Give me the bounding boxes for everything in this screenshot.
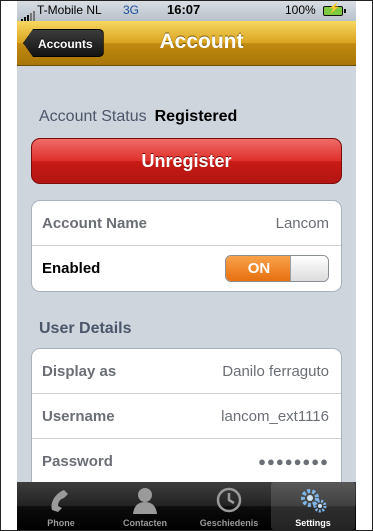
account-name-label: Account Name (42, 215, 148, 232)
toggle-on-text: ON (226, 256, 292, 281)
screenshot-frame: T-Mobile NL 3G 16:07 100% Account Accoun… (0, 0, 373, 531)
unregister-button[interactable]: Unregister (31, 138, 342, 184)
account-status-value: Registered (154, 108, 238, 125)
tab-bar: Phone Contacten Geschiedenis Settings (17, 482, 356, 530)
account-status-label: Account Status (39, 108, 147, 125)
tab-geschiedenis[interactable]: Geschiedenis (187, 482, 271, 530)
enabled-row: Enabled ON (32, 246, 341, 291)
phone-screen: T-Mobile NL 3G 16:07 100% Account Accoun… (17, 1, 356, 530)
tab-settings-label: Settings (295, 518, 331, 528)
tab-settings[interactable]: Settings (271, 482, 355, 530)
tab-contacten-label: Contacten (122, 518, 167, 528)
battery-icon (323, 3, 346, 16)
contacts-icon (103, 486, 187, 514)
network-type: 3G (123, 3, 140, 17)
account-content: Account Status Registered Unregister Acco… (17, 66, 356, 488)
username-value: lancom_ext1116 (221, 408, 329, 425)
navigation-bar: Account Accounts (17, 21, 356, 66)
enabled-label: Enabled (42, 260, 101, 277)
tab-phone[interactable]: Phone (19, 482, 103, 530)
display-as-label: Display as (42, 363, 117, 380)
user-details-group: Display as Danilo ferraguto Username lan… (31, 348, 342, 488)
display-as-row[interactable]: Display as Danilo ferraguto (32, 349, 341, 394)
account-name-value: Lancom (275, 215, 329, 232)
display-as-value: Danilo ferraguto (222, 363, 329, 380)
signal-icon (21, 7, 36, 22)
username-row[interactable]: Username lancom_ext1116 (32, 394, 341, 439)
clock: 16:07 (167, 2, 201, 17)
password-label: Password (42, 453, 113, 470)
account-name-row[interactable]: Account Name Lancom (32, 201, 341, 246)
username-label: Username (42, 408, 115, 425)
enabled-toggle[interactable]: ON (225, 255, 329, 282)
tab-geschiedenis-label: Geschiedenis (199, 518, 259, 528)
password-value: ●●●●●●●● (258, 454, 329, 469)
password-row[interactable]: Password ●●●●●●●● (32, 439, 341, 484)
gear-icon (271, 486, 355, 514)
status-bar: T-Mobile NL 3G 16:07 100% (17, 1, 356, 22)
account-status-row: Account Status Registered (39, 108, 237, 126)
tab-contacten[interactable]: Contacten (103, 482, 187, 530)
user-details-header: User Details (39, 320, 132, 337)
carrier-name: T-Mobile NL (37, 3, 102, 17)
toggle-knob[interactable] (290, 256, 328, 281)
clock-icon (187, 486, 271, 514)
phone-icon (19, 486, 103, 514)
back-button[interactable]: Accounts (23, 29, 104, 57)
account-group: Account Name Lancom Enabled ON (31, 200, 342, 292)
battery-percent: 100% (285, 3, 316, 17)
tab-phone-label: Phone (47, 518, 75, 528)
